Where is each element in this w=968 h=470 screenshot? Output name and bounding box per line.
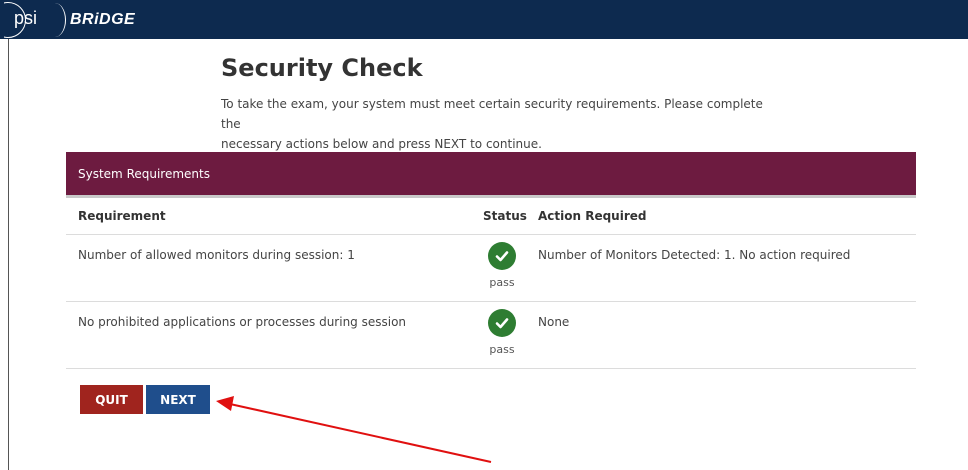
row-status: pass: [486, 309, 518, 356]
check-circle-icon: [488, 242, 516, 270]
quit-button[interactable]: QUIT: [80, 385, 143, 414]
system-requirements-header: System Requirements: [66, 152, 916, 195]
psi-logo-mark: psi: [4, 0, 66, 39]
requirements-table: Requirement Status Action Required Numbe…: [66, 198, 916, 369]
row-requirement: No prohibited applications or processes …: [78, 315, 407, 329]
page-title: Security Check: [221, 54, 423, 82]
table-row: No prohibited applications or processes …: [66, 302, 916, 369]
logo-bridge-text: BRiDGE: [70, 10, 136, 28]
row-requirement: Number of allowed monitors during sessio…: [78, 248, 355, 262]
row-action: None: [538, 315, 570, 329]
next-button[interactable]: NEXT: [146, 385, 210, 414]
status-label: pass: [489, 343, 515, 356]
app-header: psi BRiDGE: [0, 0, 968, 39]
table-header-row: Requirement Status Action Required: [66, 198, 916, 235]
logo-paren: [44, 3, 66, 37]
row-action: Number of Monitors Detected: 1. No actio…: [538, 248, 851, 262]
header-action: Action Required: [538, 209, 647, 223]
table-row: Number of allowed monitors during sessio…: [66, 235, 916, 302]
intro-text: To take the exam, your system must meet …: [221, 94, 781, 154]
logo-psi-text: psi: [14, 8, 38, 28]
intro-line-2: necessary actions below and press NEXT t…: [221, 137, 542, 151]
row-status: pass: [486, 242, 518, 289]
check-circle-icon: [488, 309, 516, 337]
header-requirement: Requirement: [78, 209, 166, 223]
header-status: Status: [483, 209, 527, 223]
left-border: [8, 39, 9, 470]
status-label: pass: [489, 276, 515, 289]
intro-line-1: To take the exam, your system must meet …: [221, 97, 763, 131]
panel-title: System Requirements: [78, 166, 210, 181]
psi-bridge-logo: psi BRiDGE: [0, 0, 135, 39]
